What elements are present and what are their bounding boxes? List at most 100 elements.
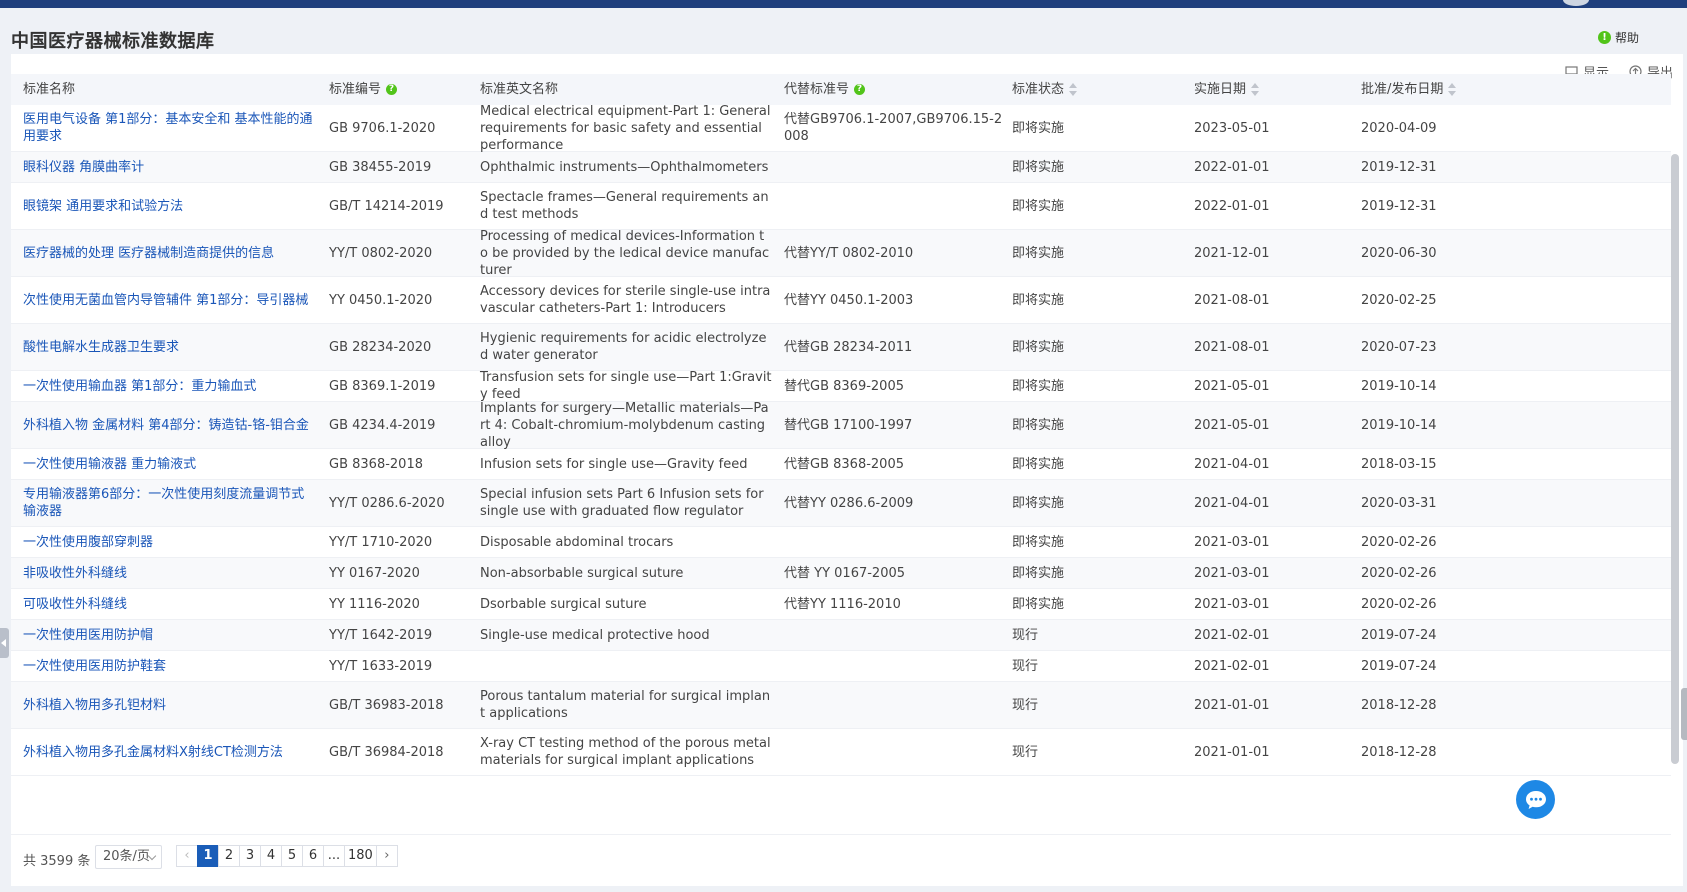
standard-name-link[interactable]: 医用电气设备 第1部分：基本安全和 基本性能的通用要求	[23, 105, 315, 151]
standard-name-link[interactable]: 可吸收性外科缝线	[23, 589, 315, 619]
table-row[interactable]: 可吸收性外科缝线 YY 1116-2020 Dsorbable surgical s…	[11, 589, 1671, 620]
standard-name-link[interactable]: 医疗器械的处理 医疗器械制造商提供的信息	[23, 230, 315, 276]
page-button[interactable]: 3	[239, 845, 261, 867]
chat-button[interactable]	[1516, 780, 1555, 819]
cell-replace: 代替 YY 0167-2005	[784, 565, 906, 581]
cell-status: 即将实施	[1012, 565, 1065, 581]
standard-name-link[interactable]: 一次性使用输液器 重力输液式	[23, 449, 315, 479]
page-button[interactable]: 1	[197, 845, 219, 867]
cell-pub: 2020-02-26	[1361, 565, 1437, 581]
table-row[interactable]: 酸性电解水生成器卫生要求 GB 28234-2020 Hygienic requir…	[11, 324, 1671, 371]
cell-pub: 2019-10-14	[1361, 378, 1437, 394]
cell-replace	[784, 527, 1004, 557]
cell-replace: 代替YY 0286.6-2009	[784, 495, 914, 511]
standard-name-link[interactable]: 酸性电解水生成器卫生要求	[23, 324, 315, 370]
cell-impl: 2021-01-01	[1194, 697, 1270, 713]
cell-code: GB 28234-2020	[329, 339, 432, 355]
sort-icon[interactable]	[1069, 83, 1078, 96]
cell-replace: 代替GB 8368-2005	[784, 456, 904, 472]
cell-pub: 2018-12-28	[1361, 744, 1437, 760]
scroll-handle[interactable]	[1681, 688, 1687, 740]
table-row[interactable]: 一次性使用医用防护鞋套 YY/T 1633-2019 现行 2021-02-01 201…	[11, 651, 1671, 682]
table-row[interactable]: 眼科仪器 角膜曲率计 GB 38455-2019 Ophthalmic instru…	[11, 152, 1671, 183]
cell-impl: 2021-05-01	[1194, 378, 1270, 394]
cell-impl: 2021-03-01	[1194, 565, 1270, 581]
cell-replace	[784, 651, 1004, 681]
cell-status: 即将实施	[1012, 378, 1065, 394]
cell-code: GB/T 36983-2018	[329, 697, 444, 713]
standard-name-link[interactable]: 外科植入物 金属材料 第4部分：铸造钴-铬-钼合金	[23, 402, 315, 448]
avatar[interactable]	[1563, 0, 1589, 6]
standard-name-link[interactable]: 次性使用无菌血管内导管辅件 第1部分：导引器械	[23, 277, 315, 323]
cell-code: GB 8368-2018	[329, 456, 423, 472]
help-icon: !	[1597, 31, 1611, 44]
standard-name-link[interactable]: 一次性使用输血器 第1部分：重力输血式	[23, 371, 315, 401]
next-page-button[interactable]: ›	[375, 845, 398, 867]
table-row[interactable]: 一次性使用腹部穿刺器 YY/T 1710-2020 Disposable abdom…	[11, 527, 1671, 558]
table-row[interactable]: 外科植入物用多孔金属材料X射线CT检测方法 GB/T 36984-2018 X-ra…	[11, 729, 1671, 776]
page-button[interactable]: 5	[281, 845, 303, 867]
table-row[interactable]: 一次性使用输液器 重力输液式 GB 8368-2018 Infusion sets …	[11, 449, 1671, 480]
table-row[interactable]: 外科植入物用多孔钽材料 GB/T 36983-2018 Porous tantalu…	[11, 682, 1671, 729]
cell-en: Accessory devices for sterile single-use…	[480, 284, 771, 316]
cell-code: YY/T 1642-2019	[329, 627, 433, 643]
cell-pub: 2019-12-31	[1361, 198, 1437, 214]
table-row[interactable]: 专用输液器第6部分：一次性使用刻度流量调节式输液器 YY/T 0286.6-202…	[11, 480, 1671, 527]
standard-name-link[interactable]: 非吸收性外科缝线	[23, 558, 315, 588]
standard-name-link[interactable]: 外科植入物用多孔金属材料X射线CT检测方法	[23, 729, 315, 775]
cell-replace	[784, 682, 1004, 728]
cell-en: Disposable abdominal trocars	[480, 534, 674, 550]
cell-impl: 2021-03-01	[1194, 596, 1270, 612]
standard-name-link[interactable]: 眼镜架 通用要求和试验方法	[23, 183, 315, 229]
table-row[interactable]: 一次性使用医用防护帽 YY/T 1642-2019 Single-use medic…	[11, 620, 1671, 651]
col-header-code: 标准编号?	[329, 74, 398, 105]
cell-en: Transfusion sets for single use—Part 1:G…	[480, 370, 772, 402]
cell-status: 即将实施	[1012, 456, 1065, 472]
cell-status: 即将实施	[1012, 159, 1065, 175]
page-button[interactable]: 2	[218, 845, 240, 867]
sort-icon[interactable]	[1251, 83, 1260, 96]
table-row[interactable]: 非吸收性外科缝线 YY 0167-2020 Non-absorbable surgi…	[11, 558, 1671, 589]
col-header-english-name: 标准英文名称	[480, 82, 559, 97]
cell-en: Ophthalmic instruments—Ophthalmometers	[480, 159, 769, 175]
table-row[interactable]: 一次性使用输血器 第1部分：重力输血式 GB 8369.1-2019 Transfu…	[11, 370, 1671, 402]
cell-status: 即将实施	[1012, 339, 1065, 355]
cell-en: Special infusion sets Part 6 Infusion se…	[480, 487, 764, 519]
sort-icon[interactable]	[1448, 83, 1457, 96]
table-row[interactable]: 眼镜架 通用要求和试验方法 GB/T 14214-2019 Spectacle fr…	[11, 183, 1671, 230]
standard-name-link[interactable]: 一次性使用医用防护帽	[23, 620, 315, 650]
standard-name-link[interactable]: 一次性使用医用防护鞋套	[23, 651, 315, 681]
table-row[interactable]: 医用电气设备 第1部分：基本安全和 基本性能的通用要求 GB 9706.1-202…	[11, 105, 1671, 153]
info-icon[interactable]: ?	[386, 84, 398, 95]
cell-code: YY 0450.1-2020	[329, 292, 433, 308]
standard-name-link[interactable]: 专用输液器第6部分：一次性使用刻度流量调节式输液器	[23, 480, 315, 526]
page-ellipsis[interactable]: ...	[323, 845, 345, 867]
standard-name-link[interactable]: 眼科仪器 角膜曲率计	[23, 152, 315, 182]
page-button[interactable]: 180	[344, 845, 377, 867]
page-button[interactable]: 6	[302, 845, 324, 867]
page-button[interactable]: 4	[260, 845, 282, 867]
cell-code: GB/T 36984-2018	[329, 744, 444, 760]
prev-page-button[interactable]: ‹	[176, 845, 198, 867]
cell-status: 现行	[1012, 627, 1039, 643]
cell-en: Non-absorbable surgical suture	[480, 565, 684, 581]
table-row[interactable]: 医疗器械的处理 医疗器械制造商提供的信息 YY/T 0802-2020 Proces…	[11, 229, 1671, 278]
cell-status: 即将实施	[1012, 596, 1065, 612]
col-header-publish-date[interactable]: 批准/发布日期	[1361, 74, 1457, 105]
standard-name-link[interactable]: 一次性使用腹部穿刺器	[23, 527, 315, 557]
page-title: 中国医疗器械标准数据库	[11, 31, 215, 52]
sidebar-toggle-handle[interactable]	[0, 628, 9, 658]
col-header-status[interactable]: 标准状态	[1012, 74, 1078, 105]
table-row[interactable]: 外科植入物 金属材料 第4部分：铸造钴-铬-钼合金 GB 4234.4-2019 I…	[11, 401, 1671, 450]
info-icon[interactable]: ?	[854, 84, 866, 95]
page-size-select[interactable]: 20条/页	[95, 845, 162, 869]
cell-en	[480, 651, 772, 681]
cell-replace: 代替YY/T 0802-2010	[784, 245, 914, 261]
standard-name-link[interactable]: 外科植入物用多孔钽材料	[23, 682, 315, 728]
table-row[interactable]: 次性使用无菌血管内导管辅件 第1部分：导引器械 YY 0450.1-2020 Acc…	[11, 277, 1671, 324]
cell-status: 即将实施	[1012, 292, 1065, 308]
col-header-implement-date[interactable]: 实施日期	[1194, 74, 1260, 105]
vertical-scrollbar[interactable]	[1671, 154, 1679, 764]
help-link[interactable]: ! 帮助	[1597, 29, 1639, 46]
cell-pub: 2019-10-14	[1361, 417, 1437, 433]
